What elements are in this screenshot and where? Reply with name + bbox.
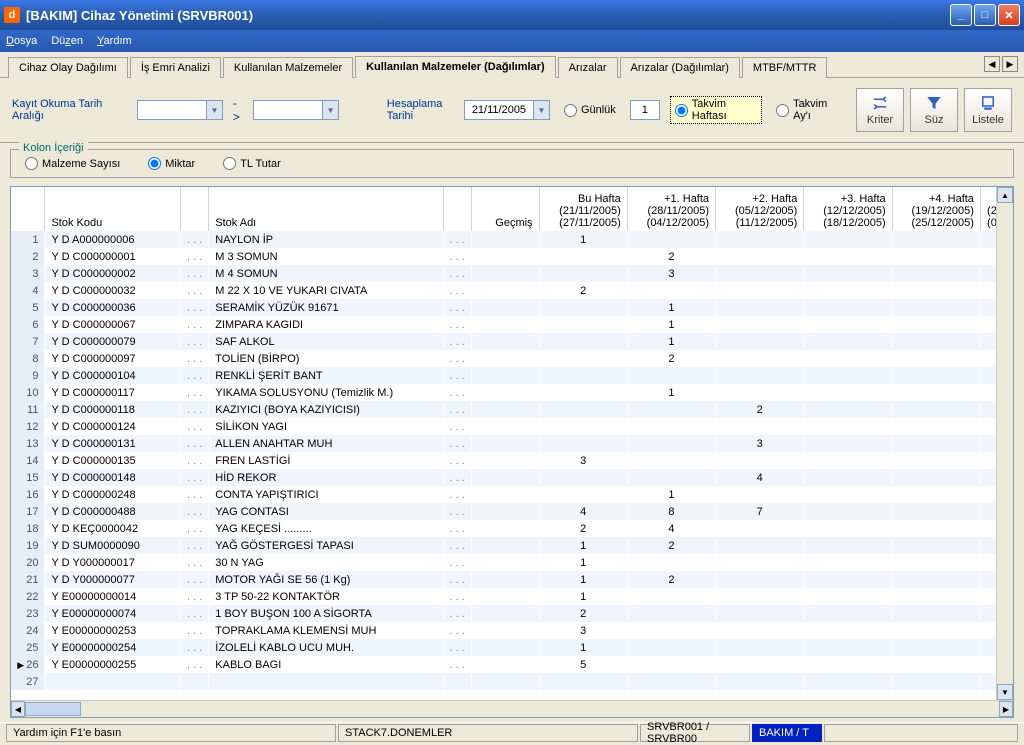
menu-duzen[interactable]: Düzen bbox=[51, 35, 83, 47]
tab-strip: Cihaz Olay Dağılımı İş Emri Analizi Kull… bbox=[0, 52, 1024, 78]
scroll-right-icon[interactable]: ▶ bbox=[999, 701, 1013, 717]
range-label: Kayıt Okuma Tarih Aralığı bbox=[12, 98, 127, 122]
table-row[interactable]: 24Y E00000000253. . .TOPRAKLAMA KLEMENSİ… bbox=[11, 622, 1013, 639]
status-mid: STACK7.DONEMLER bbox=[338, 724, 638, 742]
status-spacer bbox=[824, 724, 1018, 742]
table-row[interactable]: 25Y E00000000254. . .İZOLELİ KABLO UCU M… bbox=[11, 639, 1013, 656]
col-w3[interactable]: +3. Hafta(12/12/2005)(18/12/2005) bbox=[804, 187, 892, 231]
table-row[interactable]: 4Y D C000000032. . .M 22 X 10 VE YUKARI … bbox=[11, 282, 1013, 299]
kriter-button[interactable]: Kriter bbox=[856, 88, 904, 132]
menu-dosya[interactable]: Dosya bbox=[6, 35, 37, 47]
table-row[interactable]: 20Y D Y000000017. . .30 N YAG. . .1 bbox=[11, 554, 1013, 571]
tab-mtbf[interactable]: MTBF/MTTR bbox=[742, 57, 828, 78]
horizontal-scrollbar[interactable]: ◀ ▶ bbox=[11, 700, 1013, 717]
scroll-left-icon[interactable]: ◀ bbox=[11, 701, 25, 717]
gunluk-count[interactable] bbox=[630, 100, 660, 120]
col-w4[interactable]: +4. Hafta(19/12/2005)(25/12/2005) bbox=[892, 187, 980, 231]
data-grid: Stok Kodu Stok Adı Geçmiş Bu Hafta(21/11… bbox=[10, 186, 1014, 718]
col-w0[interactable]: Bu Hafta(21/11/2005)(27/11/2005) bbox=[539, 187, 627, 231]
range-from-input[interactable] bbox=[137, 100, 207, 120]
table-row[interactable]: 19Y D SUM0000090. . .YAĞ GÖSTERGESİ TAPA… bbox=[11, 537, 1013, 554]
scroll-thumb[interactable] bbox=[25, 702, 81, 716]
tab-scroll-right[interactable]: ▶ bbox=[1002, 56, 1018, 72]
scroll-down-icon[interactable]: ▼ bbox=[997, 684, 1013, 700]
col-gecmis[interactable]: Geçmiş bbox=[471, 187, 539, 231]
table-row[interactable]: 2Y D C000000001. . .M 3 SOMUN. . .2 bbox=[11, 248, 1013, 265]
table-row[interactable]: 15Y D C000000148. . .HİD REKOR. . .4 bbox=[11, 469, 1013, 486]
table-row[interactable]: 21Y D Y000000077. . .MOTOR YAĞI SE 56 (1… bbox=[11, 571, 1013, 588]
calc-label: Hesaplama Tarihi bbox=[387, 98, 458, 122]
range-to-input[interactable] bbox=[253, 100, 323, 120]
table-row[interactable]: 14Y D C000000135. . .FREN LASTİGİ. . .3 bbox=[11, 452, 1013, 469]
table-row[interactable]: 18Y D KEÇ0000042. . .YAG KEÇESİ ........… bbox=[11, 520, 1013, 537]
col-stok-kodu[interactable]: Stok Kodu bbox=[45, 187, 181, 231]
radio-ayi[interactable]: Takvim Ay'ı bbox=[772, 97, 846, 123]
table-row[interactable]: 9Y D C000000104. . .RENKLİ ŞERİT BANT. .… bbox=[11, 367, 1013, 384]
window-title: [BAKIM] Cihaz Yönetimi (SRVBR001) bbox=[26, 8, 253, 23]
arrow-icon: -> bbox=[233, 96, 243, 124]
menu-bar: Dosya Düzen Yardım bbox=[0, 30, 1024, 52]
col-stok-adi[interactable]: Stok Adı bbox=[209, 187, 443, 231]
table-row[interactable]: 5Y D C000000036. . .SERAMİK YÜZÜK 91671.… bbox=[11, 299, 1013, 316]
vertical-scrollbar[interactable]: ▲ ▼ bbox=[996, 187, 1013, 700]
tab-cihaz-olay[interactable]: Cihaz Olay Dağılımı bbox=[8, 57, 128, 78]
col-w2[interactable]: +2. Hafta(05/12/2005)(11/12/2005) bbox=[716, 187, 804, 231]
table-row[interactable]: 12Y D C000000124. . .SİLİKON YAGI. . . bbox=[11, 418, 1013, 435]
radio-miktar[interactable]: Miktar bbox=[144, 156, 199, 171]
radio-tl-tutar[interactable]: TL Tutar bbox=[219, 156, 285, 171]
menu-yardim[interactable]: Yardım bbox=[97, 35, 132, 47]
close-button[interactable]: ✕ bbox=[998, 4, 1020, 26]
table-row[interactable]: 26Y E00000000255. . .KABLO BAGI. . .5 bbox=[11, 656, 1013, 673]
table-row[interactable]: 3Y D C000000002. . .M 4 SOMUN. . .3 bbox=[11, 265, 1013, 282]
filter-bar: Kayıt Okuma Tarih Aralığı ▼ -> ▼ Hesapla… bbox=[0, 78, 1024, 143]
radio-malzeme-sayisi[interactable]: Malzeme Sayısı bbox=[21, 156, 124, 171]
group-legend: Kolon İçeriği bbox=[19, 142, 88, 154]
table-row[interactable]: 16Y D C000000248. . .CONTA YAPIŞTIRICI. … bbox=[11, 486, 1013, 503]
title-bar: d [BAKIM] Cihaz Yönetimi (SRVBR001) _ □ … bbox=[0, 0, 1024, 30]
tab-is-emri[interactable]: İş Emri Analizi bbox=[130, 57, 221, 78]
table-row[interactable]: 1Y D A000000006. . .NAYLON İP. . .1 bbox=[11, 231, 1013, 248]
tab-arizalar-dagilim[interactable]: Arızalar (Dağılımlar) bbox=[620, 57, 740, 78]
maximize-button[interactable]: □ bbox=[974, 4, 996, 26]
listele-button[interactable]: Listele bbox=[964, 88, 1012, 132]
radio-haftasi[interactable]: Takvim Haftası bbox=[670, 96, 762, 124]
status-mod: BAKIM / T bbox=[752, 724, 822, 742]
table-row[interactable]: 8Y D C000000097. . .TOLİEN (BİRPO). . .2 bbox=[11, 350, 1013, 367]
tab-arizalar[interactable]: Arızalar bbox=[558, 57, 618, 78]
range-to-dd[interactable]: ▼ bbox=[323, 100, 339, 120]
kolon-icerigi-group: Kolon İçeriği Malzeme Sayısı Miktar TL T… bbox=[10, 149, 1014, 178]
table-row[interactable]: 27 bbox=[11, 673, 1013, 690]
table-row[interactable]: 23Y E00000000074. . .1 BOY BUŞON 100 A S… bbox=[11, 605, 1013, 622]
tab-malzemeler[interactable]: Kullanılan Malzemeler bbox=[223, 57, 353, 78]
scroll-up-icon[interactable]: ▲ bbox=[997, 187, 1013, 203]
status-help: Yardım için F1'e basın bbox=[6, 724, 336, 742]
table-row[interactable]: 22Y E00000000014. . .3 TP 50-22 KONTAKTÖ… bbox=[11, 588, 1013, 605]
tab-malzemeler-dagilim[interactable]: Kullanılan Malzemeler (Dağılımlar) bbox=[355, 56, 556, 78]
calc-date-dd[interactable]: ▼ bbox=[534, 100, 550, 120]
col-w1[interactable]: +1. Hafta(28/11/2005)(04/12/2005) bbox=[627, 187, 715, 231]
tab-scroll-left[interactable]: ◀ bbox=[984, 56, 1000, 72]
calc-date-input[interactable] bbox=[464, 100, 534, 120]
status-bar: Yardım için F1'e basın STACK7.DONEMLER S… bbox=[0, 722, 1024, 742]
suz-button[interactable]: Süz bbox=[910, 88, 958, 132]
minimize-button[interactable]: _ bbox=[950, 4, 972, 26]
table-row[interactable]: 17Y D C000000488. . .YAG CONTASI. . .487 bbox=[11, 503, 1013, 520]
radio-gunluk[interactable]: Günlük bbox=[560, 103, 620, 118]
table-row[interactable]: 11Y D C000000118. . .KAZIYICI (BOYA KAZI… bbox=[11, 401, 1013, 418]
table-row[interactable]: 13Y D C000000131. . .ALLEN ANAHTAR MUH. … bbox=[11, 435, 1013, 452]
table-row[interactable]: 10Y D C000000117. . .YIKAMA SOLUSYONU (T… bbox=[11, 384, 1013, 401]
app-icon: d bbox=[4, 7, 20, 23]
table-row[interactable]: 6Y D C000000067. . .ZIMPARA KAGIDI. . .1 bbox=[11, 316, 1013, 333]
status-srv: SRVBR001 / SRVBR00 bbox=[640, 724, 750, 742]
table-row[interactable]: 7Y D C000000079. . .SAF ALKOL. . .1 bbox=[11, 333, 1013, 350]
range-from-dd[interactable]: ▼ bbox=[207, 100, 223, 120]
